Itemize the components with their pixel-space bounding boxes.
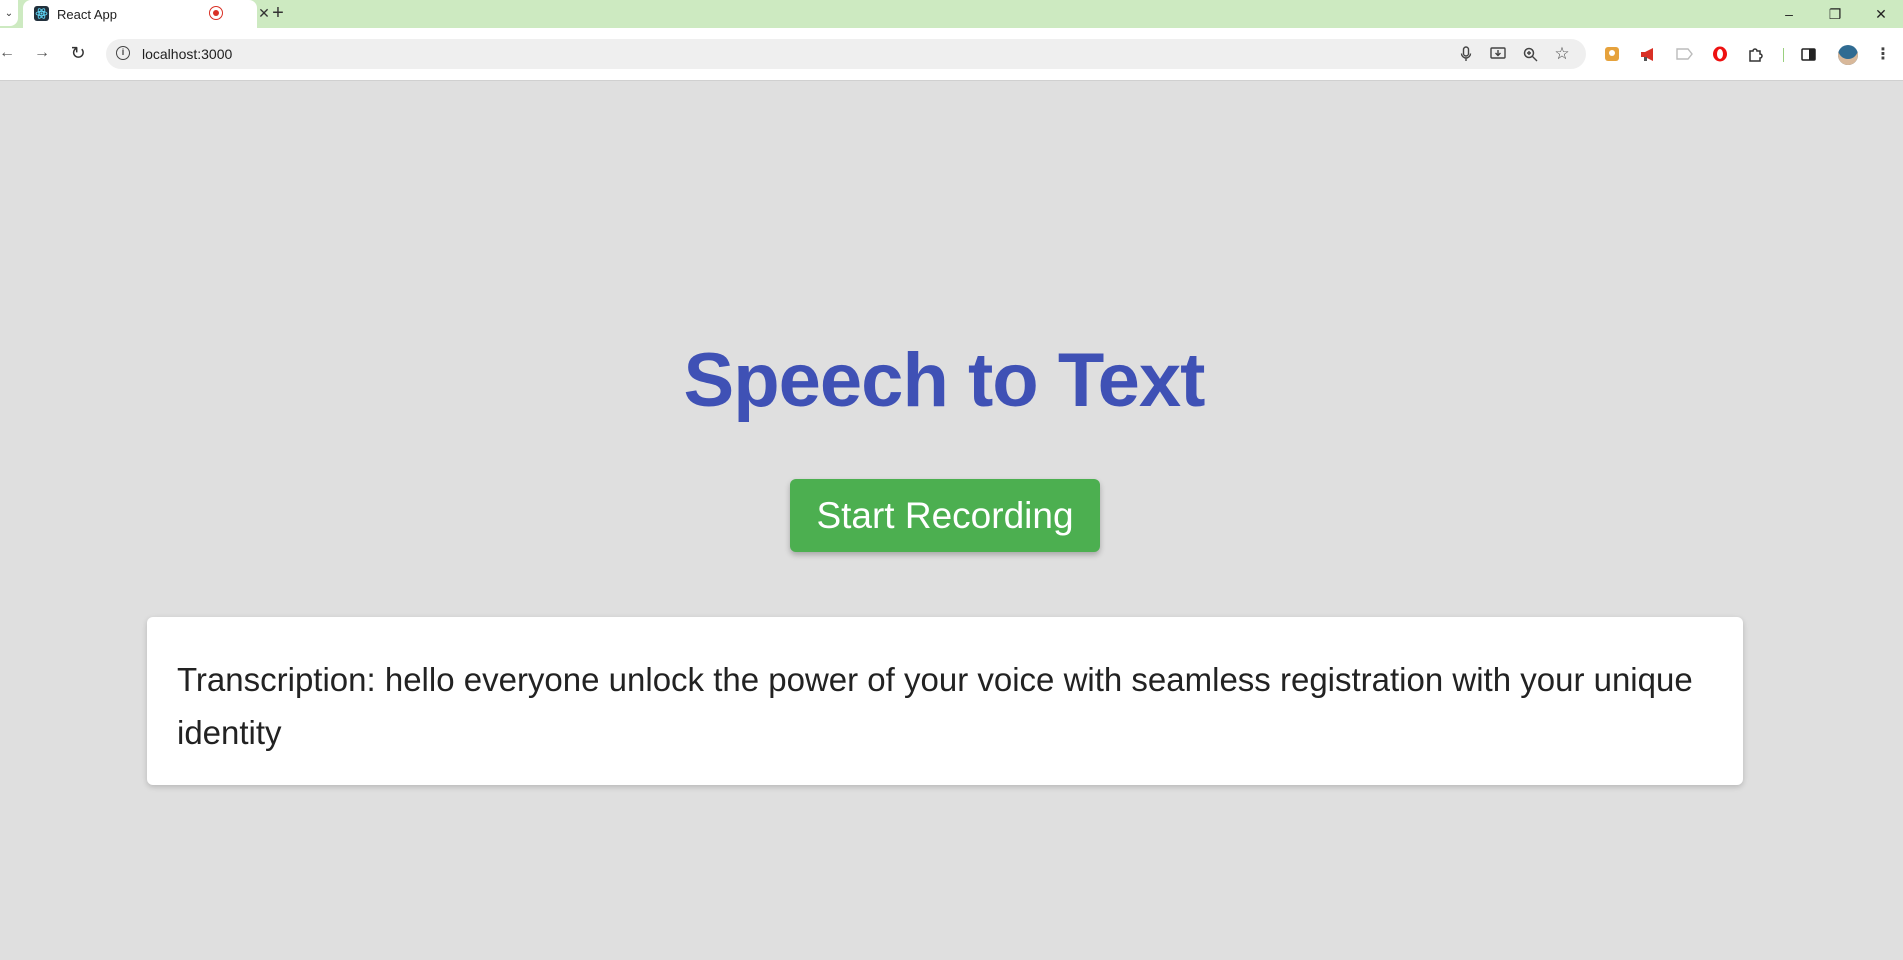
start-recording-button[interactable]: Start Recording bbox=[790, 479, 1100, 552]
minimize-button[interactable]: – bbox=[1766, 0, 1812, 28]
side-panel-icon[interactable] bbox=[1797, 43, 1819, 65]
opera-icon[interactable] bbox=[1709, 43, 1731, 65]
url-text[interactable]: localhost:3000 bbox=[142, 46, 232, 62]
transcription-text: Transcription: hello everyone unlock the… bbox=[177, 661, 1693, 751]
tab-react-app[interactable]: React App ✕ bbox=[23, 0, 270, 28]
puzzle-extensions-icon[interactable] bbox=[1745, 43, 1767, 65]
browser-toolbar: ← → ↻ i localhost:3000 ☆ ⋮ bbox=[0, 28, 1903, 81]
tag-icon[interactable] bbox=[1673, 43, 1695, 65]
install-icon[interactable] bbox=[1488, 44, 1508, 64]
address-bar[interactable]: i localhost:3000 ☆ bbox=[106, 39, 1586, 69]
react-favicon-icon bbox=[34, 6, 49, 21]
back-button[interactable]: ← bbox=[0, 40, 20, 66]
page-title: Speech to Text bbox=[683, 338, 1206, 423]
site-info-icon[interactable]: i bbox=[116, 46, 130, 60]
zoom-icon[interactable] bbox=[1520, 44, 1540, 64]
transcription-card: Transcription: hello everyone unlock the… bbox=[147, 617, 1743, 785]
toolbar-divider bbox=[1783, 48, 1784, 62]
new-tab-button[interactable]: + bbox=[268, 3, 288, 23]
restore-button[interactable]: ❐ bbox=[1812, 0, 1858, 28]
recording-indicator-icon bbox=[209, 6, 223, 20]
avatar[interactable] bbox=[1838, 45, 1858, 65]
app-page: Speech to Text Start Recording Transcrip… bbox=[0, 81, 1903, 960]
forward-button[interactable]: → bbox=[29, 40, 55, 66]
microphone-icon[interactable] bbox=[1456, 44, 1476, 64]
tab-title: React App bbox=[57, 7, 117, 22]
reload-button[interactable]: ↻ bbox=[65, 40, 91, 66]
tab-search-chevron-icon[interactable]: ⌄ bbox=[0, 0, 18, 26]
menu-icon[interactable]: ⋮ bbox=[1872, 43, 1894, 65]
megaphone-icon[interactable] bbox=[1637, 43, 1659, 65]
close-window-button[interactable]: ✕ bbox=[1858, 0, 1903, 28]
tab-strip: ⌄ React App ✕ + – ❐ ✕ bbox=[0, 0, 1903, 28]
bookmark-star-icon[interactable]: ☆ bbox=[1552, 44, 1572, 64]
extension-1-icon[interactable] bbox=[1601, 43, 1623, 65]
